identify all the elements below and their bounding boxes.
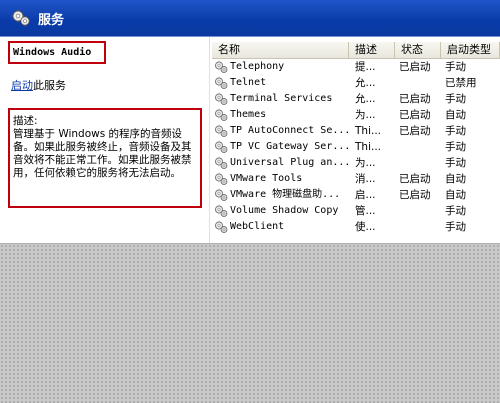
service-row-status: 已启动 xyxy=(399,93,431,105)
service-gear-icon xyxy=(214,108,228,122)
service-row-name: Themes xyxy=(230,109,267,120)
services-list-view[interactable]: 名称 描述 状态 启动类型 Telephony 提... 已启动 手动 Telnet 允.… xyxy=(212,37,500,243)
service-row-name-cell: VMware 物理磁盘助... xyxy=(212,187,349,203)
service-row-name-cell: TP VC Gateway Ser... xyxy=(212,139,349,155)
start-service-suffix: 此服务 xyxy=(33,79,66,92)
column-headers: 名称 描述 状态 启动类型 xyxy=(212,42,500,59)
service-row-startup-type: 手动 xyxy=(445,157,466,169)
description-text: 管理基于 Windows 的程序的音频设备。如果此服务被终止，音频设备及其音效将… xyxy=(13,128,192,179)
column-header-status[interactable]: 状态 xyxy=(395,42,441,59)
service-row-description: 允... xyxy=(355,77,376,89)
service-row-status: 已启动 xyxy=(399,109,431,121)
service-gear-icon xyxy=(214,204,228,218)
service-row-description: 启... xyxy=(355,189,376,201)
service-row-status xyxy=(395,139,441,155)
service-row-name-cell: WebClient xyxy=(212,219,349,235)
service-row-name-cell: Telephony xyxy=(212,59,349,75)
service-row-status xyxy=(395,75,441,91)
service-row-status: 已启动 xyxy=(399,173,431,185)
service-row-description: Thi... xyxy=(355,141,381,153)
service-row-startup-type: 手动 xyxy=(445,61,466,73)
service-row-name-cell: VMware Tools xyxy=(212,171,349,187)
service-row-status: 已启动 xyxy=(399,61,431,73)
service-row-name: TP VC Gateway Ser... xyxy=(230,141,349,152)
service-gear-icon xyxy=(214,188,228,202)
service-row-status: 已启动 xyxy=(399,189,431,201)
service-row-startup-type: 自动 xyxy=(445,173,466,185)
service-row-startup-type: 手动 xyxy=(445,125,466,137)
service-row-startup-type: 已禁用 xyxy=(445,77,477,89)
service-name: Windows Audio xyxy=(13,47,92,58)
service-row-startup-type: 自动 xyxy=(445,189,466,201)
service-row-name: Universal Plug an... xyxy=(230,157,349,168)
service-row[interactable]: Telephony 提... 已启动 手动 xyxy=(212,59,500,75)
service-row-name: VMware Tools xyxy=(230,173,303,184)
service-row-description: Thi... xyxy=(355,125,381,137)
service-row-status xyxy=(395,203,441,219)
service-row-name-cell: Themes xyxy=(212,107,349,123)
service-row[interactable]: TP AutoConnect Se... Thi... 已启动 手动 xyxy=(212,123,500,139)
service-row-description: 消... xyxy=(355,173,376,185)
service-row[interactable]: Terminal Services 允... 已启动 手动 xyxy=(212,91,500,107)
service-row[interactable]: TP VC Gateway Ser... Thi... 手动 xyxy=(212,139,500,155)
service-row-name-cell: Universal Plug an... xyxy=(212,155,349,171)
service-row[interactable]: Universal Plug an... 为... 手动 xyxy=(212,155,500,171)
service-row-name-cell: TP AutoConnect Se... xyxy=(212,123,349,139)
service-row[interactable]: Themes 为... 已启动 自动 xyxy=(212,107,500,123)
service-gear-icon xyxy=(214,60,228,74)
description-label: 描述: xyxy=(13,115,38,127)
service-row-startup-type: 手动 xyxy=(445,221,466,233)
start-service-line: 启动此服务 xyxy=(11,77,66,93)
service-row-name-cell: Terminal Services xyxy=(212,91,349,107)
service-row-name-cell: Volume Shadow Copy xyxy=(212,203,349,219)
window-bottom-edge xyxy=(0,243,500,244)
service-gear-icon xyxy=(214,124,228,138)
service-gear-icon xyxy=(214,172,228,186)
service-row-name: VMware 物理磁盘助... xyxy=(230,189,341,200)
services-client-area: Windows Audio 启动此服务 描述: 管理基于 Windows 的程序… xyxy=(0,37,500,243)
service-row[interactable]: Telnet 允... 已禁用 xyxy=(212,75,500,91)
service-row-description: 管... xyxy=(355,205,376,217)
service-row-description: 为... xyxy=(355,157,376,169)
service-row[interactable]: VMware Tools 消... 已启动 自动 xyxy=(212,171,500,187)
column-header-name[interactable]: 名称 xyxy=(212,42,349,59)
column-header-description[interactable]: 描述 xyxy=(349,42,395,59)
service-row-name: Volume Shadow Copy xyxy=(230,205,339,216)
service-row-startup-type: 手动 xyxy=(445,93,466,105)
service-row-startup-type: 手动 xyxy=(445,141,466,153)
title-bar: 服务 xyxy=(0,0,500,37)
service-row-status: 已启动 xyxy=(399,125,431,137)
service-row-name: Telephony xyxy=(230,61,285,72)
service-row-name: Terminal Services xyxy=(230,93,333,104)
service-row[interactable]: Volume Shadow Copy 管... 手动 xyxy=(212,203,500,219)
service-row-name: TP AutoConnect Se... xyxy=(230,125,349,136)
service-row-description: 使... xyxy=(355,221,376,233)
service-gear-icon xyxy=(214,76,228,90)
service-row-description: 允... xyxy=(355,93,376,105)
service-row-description: 为... xyxy=(355,109,376,121)
page-title: 服务 xyxy=(38,12,65,28)
service-row-name-cell: Telnet xyxy=(212,75,349,91)
service-row-startup-type: 手动 xyxy=(445,205,466,217)
service-gear-icon xyxy=(214,156,228,170)
service-rows: Telephony 提... 已启动 手动 Telnet 允... 已禁用 Terminal … xyxy=(212,59,500,235)
service-row[interactable]: VMware 物理磁盘助... 启... 已启动 自动 xyxy=(212,187,500,203)
service-gear-icon xyxy=(214,140,228,154)
service-row-description: 提... xyxy=(355,61,376,73)
start-service-link[interactable]: 启动 xyxy=(11,79,33,92)
service-row[interactable]: WebClient 使... 手动 xyxy=(212,219,500,235)
service-name-box: Windows Audio xyxy=(8,41,106,64)
service-row-name: WebClient xyxy=(230,221,285,232)
service-description-box: 描述: 管理基于 Windows 的程序的音频设备。如果此服务被终止，音频设备及… xyxy=(8,108,202,208)
gear-icon xyxy=(10,7,32,29)
column-header-startup-type[interactable]: 启动类型 xyxy=(441,42,500,59)
service-row-status xyxy=(395,155,441,171)
service-gear-icon xyxy=(214,92,228,106)
service-row-status xyxy=(395,219,441,235)
service-row-name: Telnet xyxy=(230,77,267,88)
service-row-startup-type: 自动 xyxy=(445,109,466,121)
extended-description-pane: Windows Audio 启动此服务 描述: 管理基于 Windows 的程序… xyxy=(0,37,210,243)
service-gear-icon xyxy=(214,220,228,234)
